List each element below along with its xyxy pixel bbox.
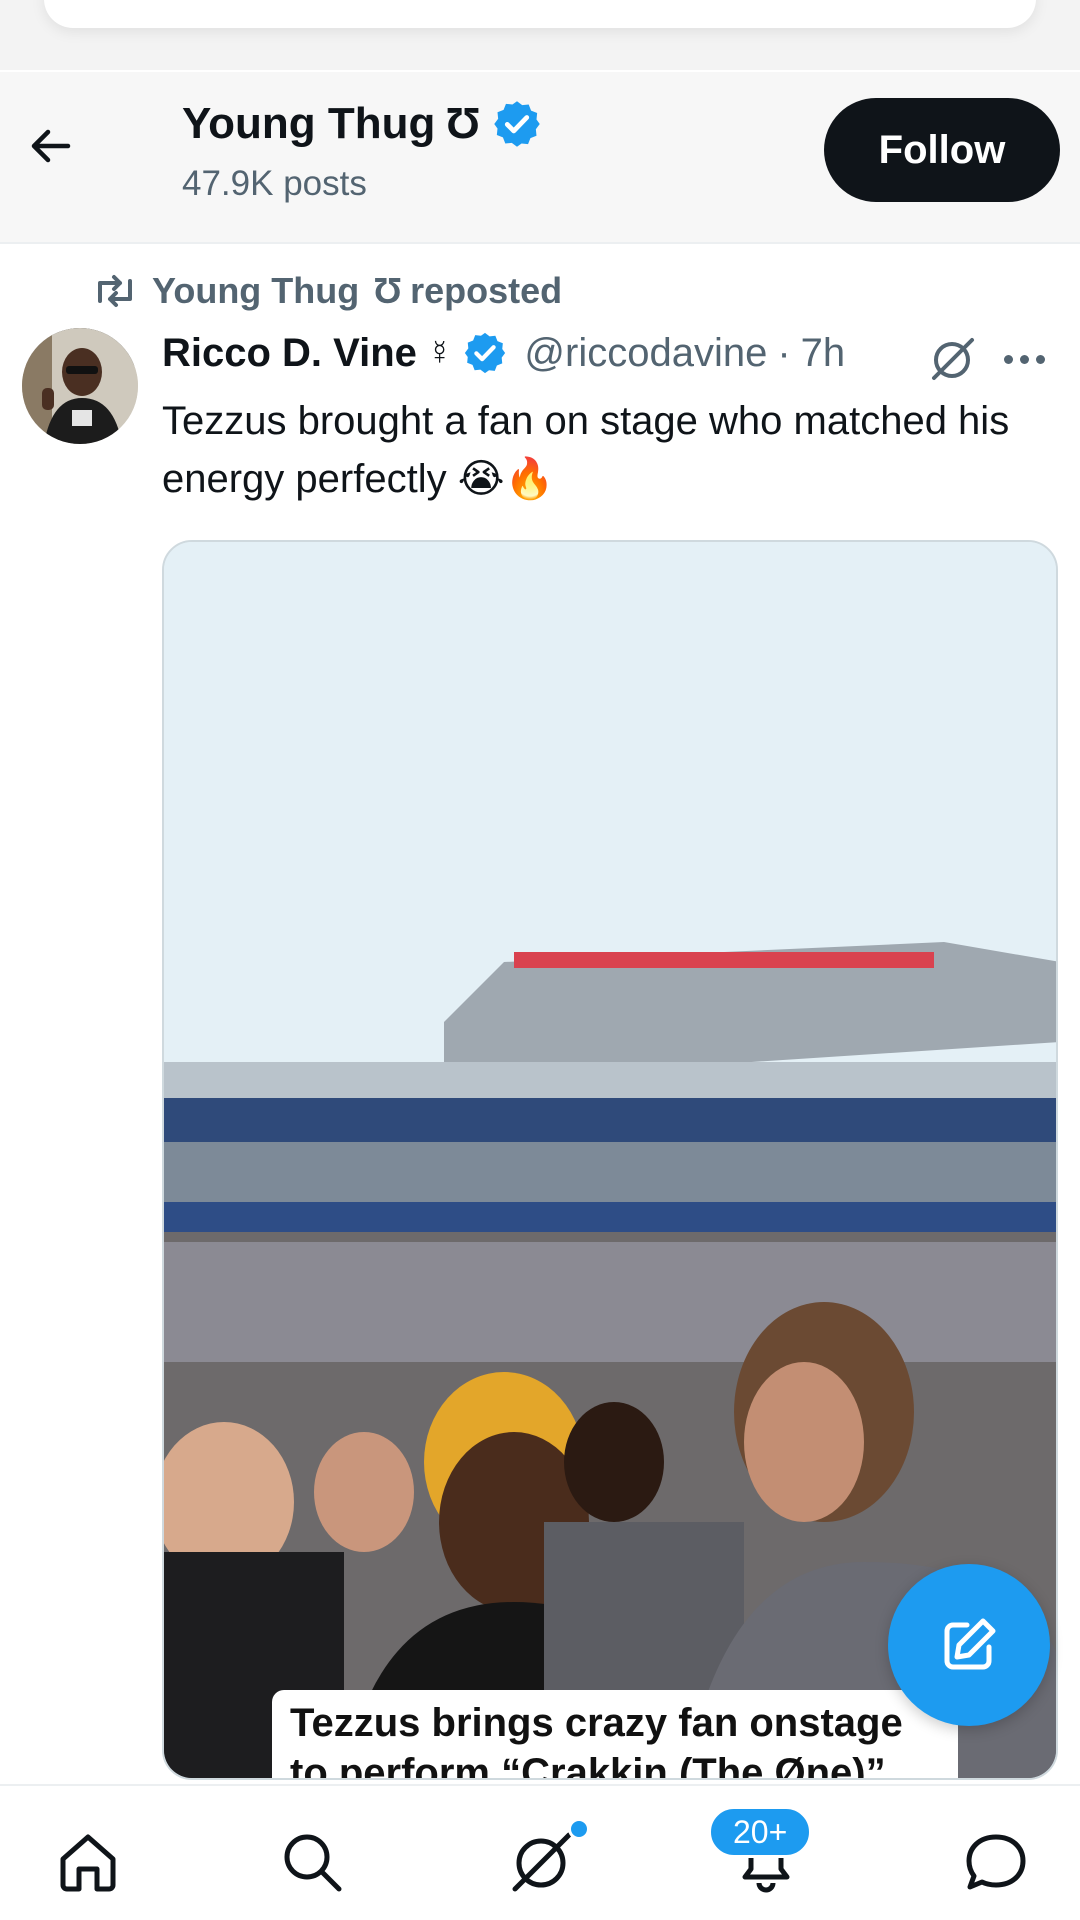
- nav-search[interactable]: [272, 1822, 352, 1902]
- home-icon: [60, 1834, 116, 1892]
- repost-by[interactable]: Young Thug: [152, 270, 359, 312]
- nav-home[interactable]: [48, 1822, 128, 1902]
- tweet-header: Ricco D. Vine ☿ @riccodavine · 7h: [162, 330, 845, 376]
- nav-messages[interactable]: [956, 1822, 1036, 1902]
- grok-unread-dot: [568, 1818, 590, 1840]
- grok-button[interactable]: [928, 334, 978, 384]
- compose-icon: [944, 1618, 996, 1670]
- more-icon[interactable]: [1004, 346, 1054, 372]
- grok-icon: [512, 1832, 572, 1892]
- avatar[interactable]: [22, 328, 138, 444]
- post-count: 47.9K posts: [182, 164, 367, 203]
- verified-icon: [465, 332, 506, 374]
- tweet-author[interactable]: Ricco D. Vine: [162, 331, 417, 376]
- tweet-text: Tezzus brought a fan on stage who matche…: [162, 399, 1010, 501]
- tweet-separator: ·: [777, 330, 791, 375]
- follow-button[interactable]: Follow: [824, 98, 1060, 202]
- verified-icon: [493, 101, 540, 147]
- profile-name-symbol: Ʊ: [445, 99, 481, 148]
- repost-indicator: Young Thug Ʊ reposted: [92, 270, 562, 312]
- compose-button[interactable]: [888, 1564, 1050, 1726]
- media-caption: Tezzus brings crazy fan onstage to perfo…: [272, 1690, 958, 1778]
- back-button[interactable]: [22, 118, 78, 174]
- search-pill[interactable]: [44, 0, 1036, 28]
- repost-by-symbol: Ʊ: [373, 270, 403, 311]
- repost-suffix: reposted: [410, 270, 563, 311]
- grok-icon: [932, 338, 974, 380]
- avatar-image: [22, 328, 138, 444]
- repost-icon: [98, 275, 132, 307]
- profile-name-text: Young Thug: [182, 99, 436, 148]
- chat-icon: [966, 1834, 1026, 1890]
- bottom-nav: [0, 1784, 1080, 1920]
- back-arrow-icon: [31, 129, 71, 163]
- tweet-author-symbol: ☿: [426, 333, 453, 372]
- tweet-handle[interactable]: @riccodavine: [524, 331, 767, 376]
- search-icon: [284, 1834, 342, 1892]
- profile-title: Young Thug Ʊ: [182, 98, 543, 150]
- notifications-badge: 20+: [708, 1806, 813, 1858]
- tweet-time: 7h: [800, 330, 846, 375]
